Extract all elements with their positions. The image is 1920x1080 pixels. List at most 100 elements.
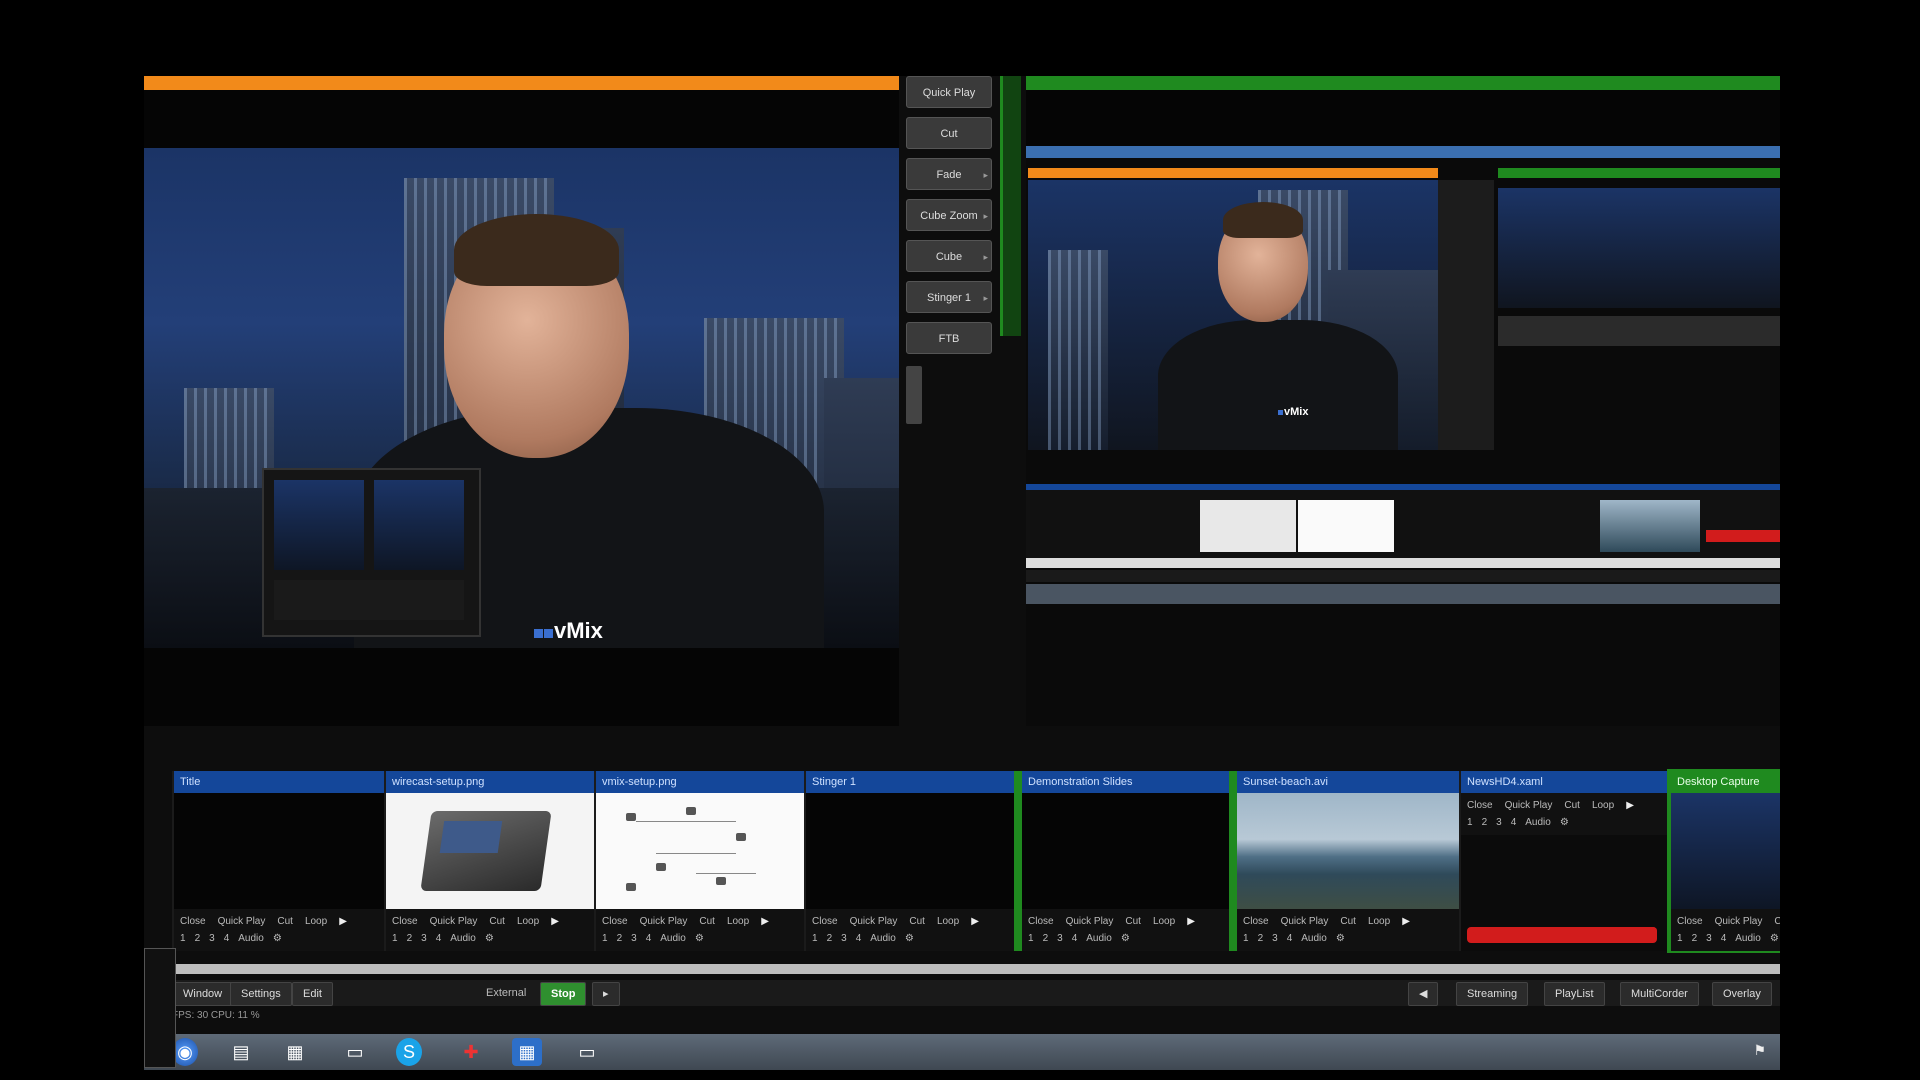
- input-close-button[interactable]: Close: [392, 916, 418, 927]
- overlay-number-button[interactable]: 3: [209, 933, 215, 944]
- input-thumbnail[interactable]: [174, 793, 384, 909]
- overlay-number-button[interactable]: 4: [1072, 933, 1078, 944]
- input-audio-button[interactable]: Audio: [450, 933, 476, 944]
- play-icon[interactable]: ▶: [339, 916, 347, 927]
- gear-icon[interactable]: ⚙: [1770, 933, 1779, 944]
- input-loop-button[interactable]: Loop: [1592, 800, 1614, 811]
- input-audio-button[interactable]: Audio: [1301, 933, 1327, 944]
- transition-cube-button[interactable]: Cube ▸: [906, 240, 992, 272]
- input-tile[interactable]: Title Close Quick Play Cut Loop ▶ 1 2 3 4 Audio ⚙: [172, 771, 384, 951]
- skype-icon[interactable]: S: [396, 1038, 422, 1066]
- input-loop-button[interactable]: Loop: [517, 916, 539, 927]
- play-icon[interactable]: ▶: [1187, 916, 1195, 927]
- overlay-number-button[interactable]: 4: [1511, 817, 1517, 828]
- input-loop-button[interactable]: Loop: [937, 916, 959, 927]
- input-tile[interactable]: Desktop CaptureCloseQuick PlayCutLoop▶12…: [1667, 769, 1780, 953]
- transition-stinger-1-button[interactable]: Stinger 1 ▸: [906, 281, 992, 313]
- input-thumbnail[interactable]: [1022, 793, 1229, 909]
- transition-cut-button[interactable]: Cut: [906, 117, 992, 149]
- input-close-button[interactable]: Close: [1467, 800, 1493, 811]
- input-thumbnail[interactable]: [386, 793, 594, 909]
- input-audio-button[interactable]: Audio: [1735, 933, 1761, 944]
- transition-bar[interactable]: [906, 366, 922, 424]
- input-tile[interactable]: Sunset-beach.avi Close Quick Play Cut Loop ▶ 1…: [1229, 771, 1459, 951]
- gear-icon[interactable]: ⚙: [1560, 817, 1569, 828]
- input-scrollbar[interactable]: [144, 964, 1780, 974]
- overlay-number-button[interactable]: 2: [407, 933, 413, 944]
- input-quick-play-button[interactable]: Quick Play: [218, 916, 266, 927]
- input-quick-play-button[interactable]: Quick Play: [1281, 916, 1329, 927]
- input-thumbnail[interactable]: [1237, 793, 1459, 909]
- play-icon[interactable]: ▶: [1402, 916, 1410, 927]
- input-cut-button[interactable]: Cut: [1125, 916, 1141, 927]
- input-audio-button[interactable]: Audio: [660, 933, 686, 944]
- input-quick-play-button[interactable]: Quick Play: [1505, 800, 1553, 811]
- transition-quick-play-button[interactable]: Quick Play: [906, 76, 992, 108]
- input-loop-button[interactable]: Loop: [727, 916, 749, 927]
- input-cut-button[interactable]: Cut: [489, 916, 505, 927]
- input-loop-button[interactable]: Loop: [305, 916, 327, 927]
- input-audio-button[interactable]: Audio: [870, 933, 896, 944]
- network-icon[interactable]: ▭: [572, 1038, 602, 1066]
- input-audio-button[interactable]: Audio: [1525, 817, 1551, 828]
- overlay-number-button[interactable]: 1: [1028, 933, 1034, 944]
- external-stop-button[interactable]: Stop: [540, 982, 587, 1006]
- overlay-number-button[interactable]: 2: [1482, 817, 1488, 828]
- flag-icon[interactable]: ⚑: [1753, 1042, 1766, 1059]
- monitor-icon[interactable]: ▭: [340, 1038, 370, 1066]
- input-tile[interactable]: Demonstration Slides Close Quick Play Cut Lo…: [1014, 771, 1229, 951]
- play-icon[interactable]: ▶: [761, 916, 769, 927]
- window-button[interactable]: Window: [172, 982, 234, 1006]
- overlay-number-button[interactable]: 2: [1692, 933, 1698, 944]
- input-quick-play-button[interactable]: Quick Play: [430, 916, 478, 927]
- input-cut-button[interactable]: Cut: [1564, 800, 1580, 811]
- chevron-right-icon[interactable]: ▸: [983, 159, 988, 191]
- overlay-number-button[interactable]: 2: [617, 933, 623, 944]
- overlay-number-button[interactable]: 3: [1057, 933, 1063, 944]
- input-cut-button[interactable]: Cut: [277, 916, 293, 927]
- gear-icon[interactable]: ⚙: [1121, 933, 1130, 944]
- input-thumbnail[interactable]: [806, 793, 1014, 909]
- overlay-number-button[interactable]: 3: [421, 933, 427, 944]
- chevron-right-icon[interactable]: ▸: [983, 200, 988, 232]
- input-close-button[interactable]: Close: [602, 916, 628, 927]
- input-audio-button[interactable]: Audio: [238, 933, 264, 944]
- input-close-button[interactable]: Close: [1243, 916, 1269, 927]
- explorer-icon[interactable]: ▤: [226, 1038, 256, 1066]
- input-quick-play-button[interactable]: Quick Play: [850, 916, 898, 927]
- volume-icon[interactable]: ◀: [1408, 982, 1439, 1006]
- multicorder-button[interactable]: MultiCorder: [1620, 982, 1699, 1006]
- input-quick-play-button[interactable]: Quick Play: [1066, 916, 1114, 927]
- input-tile[interactable]: NewsHD4.xaml Close Quick Play Cut Loop ▶ 1 2 3 4 A…: [1459, 771, 1669, 951]
- overlay-number-button[interactable]: 4: [224, 933, 230, 944]
- vmix-taskbar-icon[interactable]: ▦: [512, 1038, 542, 1066]
- overlay-number-button[interactable]: 4: [1287, 933, 1293, 944]
- input-audio-button[interactable]: Audio: [1086, 933, 1112, 944]
- overlay-number-button[interactable]: 1: [1243, 933, 1249, 944]
- overlay-number-button[interactable]: 1: [1677, 933, 1683, 944]
- transition-cube-zoom-button[interactable]: Cube Zoom ▸: [906, 199, 992, 231]
- input-tile[interactable]: vmix-setup.png Close Quick Play Cut Loop ▶ 1 2 3…: [594, 771, 804, 951]
- overlay-number-button[interactable]: 3: [1496, 817, 1502, 828]
- gear-icon[interactable]: ⚙: [1336, 933, 1345, 944]
- input-loop-button[interactable]: Loop: [1153, 916, 1175, 927]
- overlay-number-button[interactable]: 2: [827, 933, 833, 944]
- settings-button[interactable]: Settings: [230, 982, 292, 1006]
- app-colored-icon[interactable]: ✚: [456, 1038, 486, 1066]
- input-thumbnail[interactable]: [1467, 927, 1657, 943]
- overlay-number-button[interactable]: 2: [1043, 933, 1049, 944]
- input-cut-button[interactable]: Cut: [699, 916, 715, 927]
- edit-button[interactable]: Edit: [292, 982, 333, 1006]
- play-icon[interactable]: ▶: [971, 916, 979, 927]
- chevron-right-icon[interactable]: ▸: [983, 241, 988, 273]
- input-tile[interactable]: Stinger 1 Close Quick Play Cut Loop ▶ 1 2 3 4 Audi…: [804, 771, 1014, 951]
- gear-icon[interactable]: ⚙: [273, 933, 282, 944]
- playlist-button[interactable]: PlayList: [1544, 982, 1605, 1006]
- input-close-button[interactable]: Close: [180, 916, 206, 927]
- overlay-number-button[interactable]: 4: [646, 933, 652, 944]
- input-close-button[interactable]: Close: [1028, 916, 1054, 927]
- overlay-number-button[interactable]: 2: [195, 933, 201, 944]
- overlay-number-button[interactable]: 1: [812, 933, 818, 944]
- overlay-number-button[interactable]: 4: [1721, 933, 1727, 944]
- overlay-number-button[interactable]: 1: [180, 933, 186, 944]
